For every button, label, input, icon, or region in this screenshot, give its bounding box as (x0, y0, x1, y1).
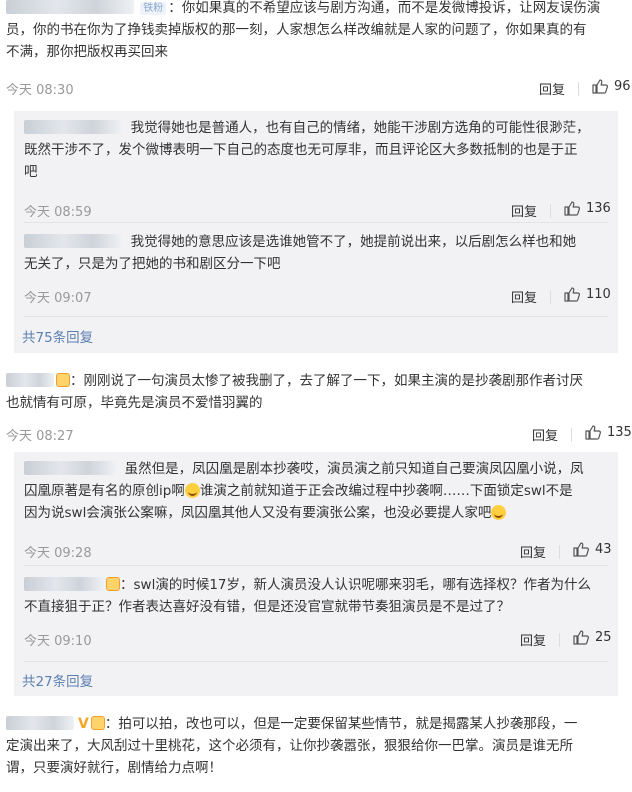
like-button[interactable]: 43 (573, 542, 612, 557)
like-count: 136 (586, 201, 611, 216)
like-count: 43 (595, 542, 612, 557)
username-blurred[interactable] (6, 0, 134, 14)
more-replies-link[interactable]: 共27条回复 (22, 670, 93, 690)
timestamp: 今天 09:28 (24, 546, 92, 561)
reply-meta: 今天 09:28 回复 43 (14, 542, 618, 562)
thumbs-up-icon (592, 79, 608, 94)
like-button[interactable]: 96 (592, 79, 631, 94)
comment-3-text-line-3: 谓，只要演好就行，剧情给力点啊！ (6, 760, 222, 776)
reply-item: 虽然但是，凤囚凰是剧本抄袭哎，演员演之前只知道自己要演凤囚凰小说，凤 囚凰原著是… (14, 458, 618, 561)
timestamp: 今天 08:59 (24, 205, 92, 220)
like-count: 96 (614, 79, 631, 94)
thumbs-up-icon (573, 542, 589, 557)
timestamp: 今天 09:10 (24, 634, 92, 649)
like-count: 110 (586, 287, 611, 302)
reply-item: 我觉得她的意思应该是选谁她管不了，她提前说出来，以后剧怎么样也和她 无关了，只是… (14, 231, 618, 306)
reply-text-line: 囚凰原著是有名的原创ip啊 谁演之前就知道于正会改编过程中抄袭啊……下面锁定swl… (24, 483, 573, 499)
reply-item: 我觉得她也是普通人，也有自己的情绪，她能干涉剧方选角的可能性很渺茫， 既然干涉不… (14, 117, 618, 220)
thumbs-up-icon (564, 201, 580, 216)
comment-3: V ：拍可以拍，改也可以，但是一定要保留某些情节，就是揭露某人抄袭那段，一 定演出… (0, 713, 632, 779)
reply-text: ：swl演的时候17岁，新人演员没人认识呢哪来羽毛，哪有选择权？作者为什么 (24, 574, 606, 596)
reply-button[interactable]: 回复 (520, 542, 546, 561)
member-badge-icon (56, 373, 70, 387)
username-blurred[interactable] (24, 120, 122, 134)
username-blurred[interactable] (6, 716, 74, 730)
reply-button[interactable]: 回复 (511, 201, 537, 220)
member-badge-icon (106, 577, 120, 591)
reply-text-line: 因为说swl会演张公案嘛，凤囚凰其他人又没有要演张公案，也没必要提人家吧 (24, 502, 606, 524)
reply-button[interactable]: 回复 (539, 79, 565, 98)
username-blurred[interactable] (24, 461, 116, 475)
username-blurred[interactable] (6, 373, 54, 387)
reply-text-line: 既然干涉不了，发个微博表明一下自己的态度也无可厚非，而且评论区大多数抵制的也是于… (24, 142, 578, 158)
like-count: 25 (595, 630, 612, 645)
username-blurred[interactable] (24, 577, 104, 591)
like-count: 135 (607, 425, 632, 440)
verified-badge: V (78, 716, 89, 732)
comment-1-text-line-3: 不满，那你把版权再买回来 (6, 44, 168, 60)
like-button[interactable]: 25 (573, 630, 612, 645)
reply-text: 虽然但是，凤囚凰是剧本抄袭哎，演员演之前只知道自己要演凤囚凰小说，凤 (24, 458, 606, 480)
reply-text-line: 无关了，只是为了把她的书和剧区分一下吧 (24, 256, 281, 272)
timestamp: 今天 08:30 (6, 83, 74, 98)
reply-text: 我觉得她的意思应该是选谁她管不了，她提前说出来，以后剧怎么样也和她 (24, 231, 606, 253)
reply-button[interactable]: 回复 (511, 287, 537, 306)
reply-meta: 今天 09:10 回复 25 (14, 630, 618, 650)
reply-text-line: 不直接狙于正？作者表达喜好没有错，但是还没官宣就带节奏狙演员是不是过了？ (24, 599, 510, 615)
comment-2: ：刚刚说了一句演员太惨了被我删了，去了解了一下，如果主演的是抄袭剧那作者讨厌 也… (0, 370, 632, 444)
emoji-icon (184, 483, 200, 498)
member-badge-icon (90, 716, 105, 730)
timestamp: 今天 09:07 (24, 291, 92, 306)
comment-2-meta: 今天 08:27 回复 135 (0, 425, 632, 445)
comment-2-text-line-2: 也就情有可原，毕竟先是演员不爱惜羽翼的 (6, 395, 263, 411)
comment-2-text: ：刚刚说了一句演员太惨了被我删了，去了解了一下，如果主演的是抄袭剧那作者讨厌 (0, 370, 632, 392)
username-blurred[interactable] (24, 234, 122, 248)
reply-thread-2: 虽然但是，凤囚凰是剧本抄袭哎，演员演之前只知道自己要演凤囚凰小说，凤 囚凰原著是… (14, 452, 618, 696)
comment-1: 铁粉 ：你如果真的不希望应该与剧方沟通，而不是发微博投诉，让网友误伤演 员，你的书… (0, 0, 632, 98)
reply-button[interactable]: 回复 (532, 425, 558, 444)
emoji-icon (491, 505, 507, 520)
timestamp: 今天 08:27 (6, 429, 74, 444)
reply-thread-1: 我觉得她也是普通人，也有自己的情绪，她能干涉剧方选角的可能性很渺茫， 既然干涉不… (14, 111, 618, 353)
reply-meta: 今天 09:07 回复 110 (14, 287, 618, 307)
reply-meta: 今天 08:59 回复 136 (14, 201, 618, 221)
thumbs-up-icon (564, 287, 580, 302)
comment-3-text-line-2: 定演出来了，大风刮过十里桃花，这个必须有，让你抄袭嚣张，狠狠给你一巴掌。演员是谁… (6, 738, 573, 754)
thumbs-up-icon (573, 630, 589, 645)
like-button[interactable]: 135 (585, 425, 632, 440)
comment-1-text: 铁粉 ：你如果真的不希望应该与剧方沟通，而不是发微博投诉，让网友误伤演 (0, 0, 632, 19)
reply-text: 我觉得她也是普通人，也有自己的情绪，她能干涉剧方选角的可能性很渺茫， (24, 117, 606, 139)
reply-text-line: 吧 (24, 164, 38, 180)
comment-1-text-line-2: 员，你的书在你为了挣钱卖掉版权的那一刻，人家想怎么样改编就是人家的问题了，你如果… (6, 22, 587, 38)
comment-1-meta: 今天 08:30 回复 96 (0, 79, 632, 99)
fan-badge: 铁粉 (140, 2, 167, 15)
comment-3-text: V ：拍可以拍，改也可以，但是一定要保留某些情节，就是揭露某人抄袭那段，一 (0, 713, 632, 735)
reply-button[interactable]: 回复 (520, 630, 546, 649)
more-replies-link[interactable]: 共75条回复 (22, 326, 93, 346)
reply-item: ：swl演的时候17岁，新人演员没人认识呢哪来羽毛，哪有选择权？作者为什么 不直… (14, 574, 618, 649)
thumbs-up-icon (585, 425, 601, 440)
like-button[interactable]: 136 (564, 201, 611, 216)
like-button[interactable]: 110 (564, 287, 611, 302)
